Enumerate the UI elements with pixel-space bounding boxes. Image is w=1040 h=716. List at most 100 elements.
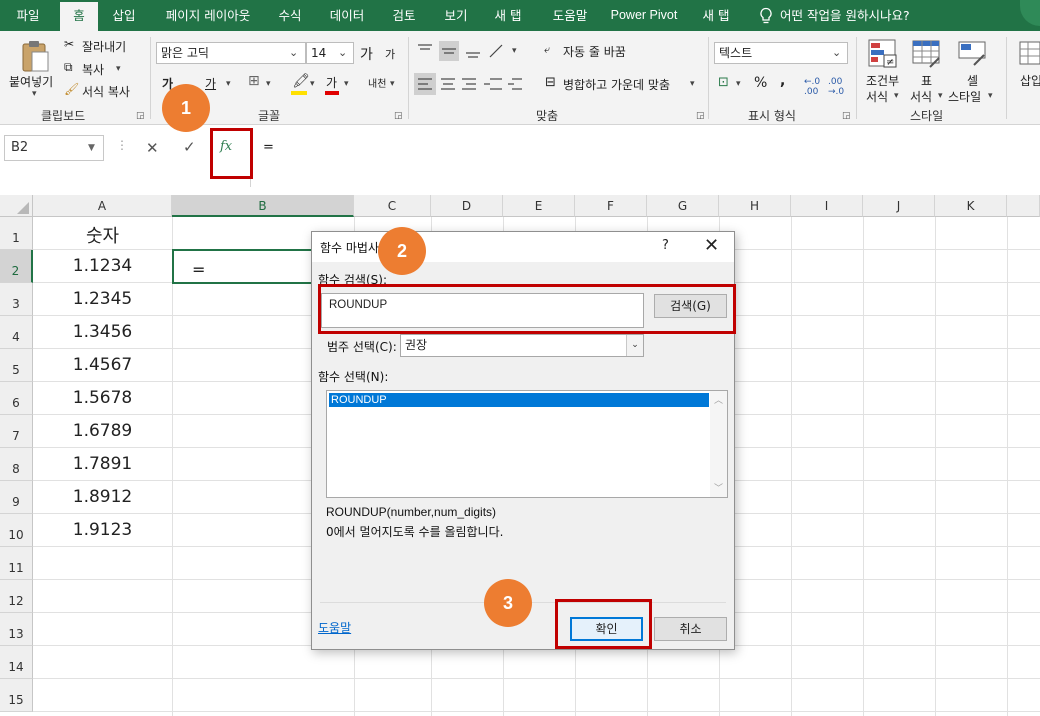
wrap-text-icon[interactable]: ⤶ [544,43,550,57]
conditional-format-icon[interactable]: ≠ [868,39,898,69]
chevron-down-icon[interactable]: ▾ [310,79,315,89]
column-header-c[interactable]: C [354,195,431,217]
chevron-down-icon[interactable]: ⌄ [338,46,347,59]
row-header-8[interactable]: 8 [0,448,33,481]
menu-home[interactable]: 홈 [60,2,98,31]
row-header-14[interactable]: 14 [0,646,33,679]
column-header-i[interactable]: I [791,195,863,217]
menu-file[interactable]: 파일 [6,0,50,31]
cancel-button[interactable]: 취소 [654,617,727,641]
paste-icon[interactable] [20,39,50,73]
chevron-down-icon[interactable]: ▾ [226,79,231,89]
menu-new-tab-1[interactable]: 새 탭 [486,0,530,31]
table-format-button[interactable]: 표 [921,72,932,89]
cell-a3[interactable]: 1.2345 [33,289,172,309]
dialog-launcher-icon[interactable]: ◲ [696,111,705,121]
menu-formulas[interactable]: 수식 [268,0,312,31]
chevron-down-icon[interactable]: ▾ [690,79,695,89]
list-item[interactable]: ROUNDUP [329,393,709,407]
help-icon[interactable]: ? [662,238,669,253]
table-format-icon[interactable] [912,39,942,69]
column-header-k[interactable]: K [935,195,1007,217]
column-header-more[interactable] [1007,195,1040,217]
format-painter-icon[interactable]: 🖌 [64,82,79,96]
cancel-icon[interactable]: ✕ [146,139,159,157]
cell-a6[interactable]: 1.5678 [33,388,172,408]
conditional-format-label[interactable]: 서식 [866,88,888,105]
scroll-down-icon[interactable]: ﹀ [714,481,723,494]
formula-input[interactable]: = [250,135,1040,187]
menu-insert[interactable]: 삽입 [102,0,146,31]
column-header-a[interactable]: A [33,195,172,217]
column-header-h[interactable]: H [719,195,791,217]
chevron-down-icon[interactable]: ▾ [512,46,517,56]
close-icon[interactable]: ✕ [704,235,719,256]
column-header-f[interactable]: F [575,195,647,217]
row-header-11[interactable]: 11 [0,547,33,580]
row-header-1[interactable]: 1 [0,217,33,250]
paste-button[interactable]: 붙여넣기 [9,73,53,90]
merge-center-icon[interactable]: ⊟ [545,75,556,90]
column-header-g[interactable]: G [647,195,719,217]
menu-view[interactable]: 보기 [434,0,478,31]
scrollbar[interactable]: ︿ ﹀ [710,391,727,497]
chevron-down-icon[interactable]: ▾ [266,79,271,89]
chevron-down-icon[interactable]: ▾ [344,79,349,89]
dialog-launcher-icon[interactable]: ◲ [842,111,851,121]
table-format-label[interactable]: 서식 [910,88,932,105]
row-header-7[interactable]: 7 [0,415,33,448]
cell-styles-icon[interactable] [958,39,988,69]
currency-icon[interactable]: ⊡ [718,75,729,90]
menu-data[interactable]: 데이터 [320,0,374,31]
cell-a7[interactable]: 1.6789 [33,421,172,441]
tell-me-search[interactable]: 어떤 작업을 원하시나요? [780,0,910,31]
cell-a2[interactable]: 1.1234 [33,256,172,276]
horizontal-align-icons[interactable] [414,73,524,95]
dialog-launcher-icon[interactable]: ◲ [394,111,403,121]
chevron-down-icon[interactable]: ⌄ [832,46,841,59]
row-header-5[interactable]: 5 [0,349,33,382]
fill-color-icon[interactable]: 🖍 [292,73,310,89]
row-header-12[interactable]: 12 [0,580,33,613]
chevron-down-icon[interactable]: ▾ [390,79,395,89]
insert-cells-icon[interactable] [1016,39,1040,69]
wrap-text-button[interactable]: 자동 줄 바꿈 [563,43,626,60]
cell-a4[interactable]: 1.3456 [33,322,172,342]
conditional-format-button[interactable]: 조건부 [866,72,899,89]
column-header-b[interactable]: B [172,195,354,217]
cell-a9[interactable]: 1.8912 [33,487,172,507]
menu-page-layout[interactable]: 페이지 레이아웃 [156,0,260,31]
check-icon[interactable]: ✓ [183,138,196,156]
vertical-align-icons[interactable] [416,41,506,61]
dialog-launcher-icon[interactable]: ◲ [136,111,145,121]
row-header-13[interactable]: 13 [0,613,33,646]
menu-review[interactable]: 검토 [382,0,426,31]
column-header-d[interactable]: D [431,195,503,217]
cell-a1[interactable]: 숫자 [33,222,172,248]
chevron-down-icon[interactable]: ▾ [894,91,899,101]
copy-button[interactable]: 복사 [82,61,104,78]
font-name-select[interactable]: 맑은 고딕 [156,42,306,64]
function-list[interactable]: ROUNDUP ︿ ﹀ [326,390,728,498]
decrease-decimal-icon[interactable]: .00 →.0 [828,77,844,97]
font-color-button[interactable]: 가 [326,74,337,91]
comma-button[interactable]: , [780,73,785,89]
menu-help[interactable]: 도움말 [540,0,600,31]
number-format-select[interactable]: 텍스트 [714,42,848,64]
scroll-up-icon[interactable]: ︿ [714,393,723,406]
chevron-down-icon[interactable]: ▾ [32,89,37,99]
border-icon[interactable]: ⊞ [248,73,260,89]
insert-cells-button[interactable]: 삽입 [1020,72,1040,89]
account-avatar[interactable] [1020,0,1040,26]
percent-button[interactable]: % [754,75,767,91]
cut-button[interactable]: 잘라내기 [82,38,126,55]
row-header-10[interactable]: 10 [0,514,33,547]
menu-power-pivot[interactable]: Power Pivot [606,0,682,31]
grow-font-button[interactable]: 가 [360,44,373,64]
chevron-down-icon[interactable]: ▾ [736,79,741,89]
category-select[interactable]: 권장 ⌄ [400,334,644,357]
merge-center-button[interactable]: 병합하고 가운데 맞춤 [563,76,670,93]
column-header-j[interactable]: J [863,195,935,217]
row-header-6[interactable]: 6 [0,382,33,415]
column-header-e[interactable]: E [503,195,575,217]
